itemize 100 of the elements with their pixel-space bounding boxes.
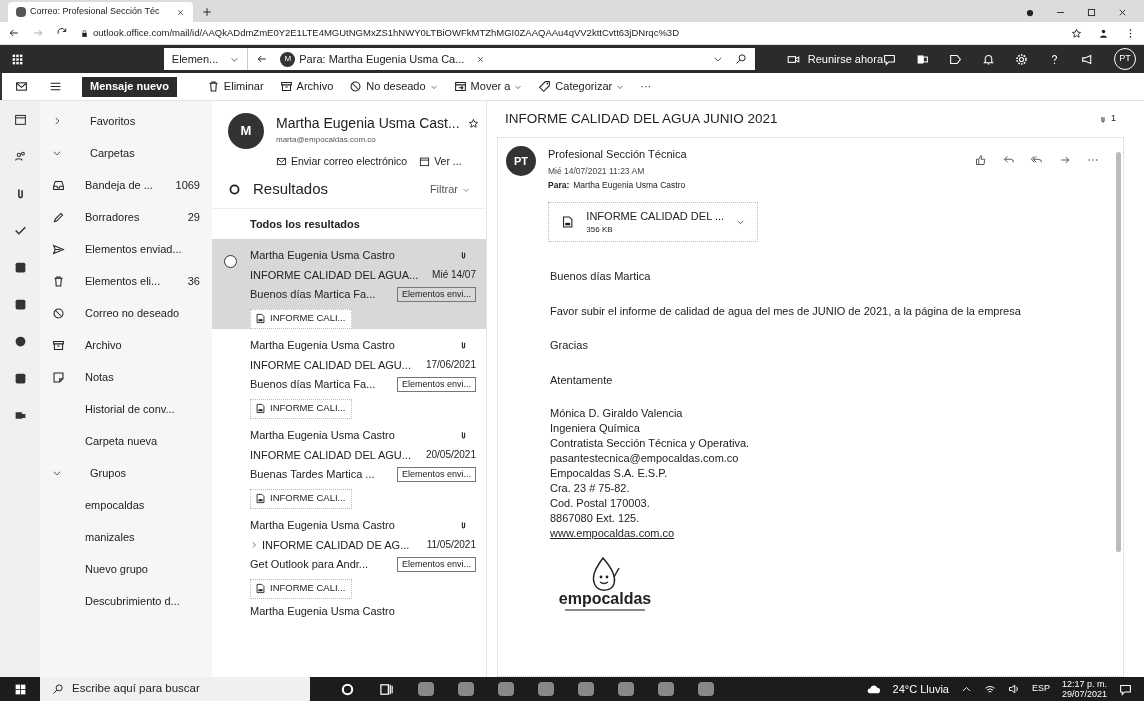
clock[interactable]: 12:17 p. m. 29/07/2021 bbox=[1061, 679, 1107, 699]
sender-avatar: PT bbox=[506, 146, 536, 176]
people-icon[interactable] bbox=[13, 150, 27, 163]
search-scope-dropdown[interactable]: Elemen... bbox=[163, 48, 249, 70]
signature-line: pasantestecnica@empocaldas.com.co bbox=[550, 451, 740, 466]
body-paragraph: Gracias bbox=[550, 338, 589, 353]
folder-item[interactable]: Elementos eli... 36 bbox=[40, 265, 212, 297]
like-icon[interactable] bbox=[975, 154, 987, 166]
notification-icon[interactable] bbox=[1119, 682, 1132, 696]
folder-item[interactable]: Carpeta nueva bbox=[40, 425, 212, 457]
attachment-chip[interactable]: INFORME CALI... bbox=[250, 398, 352, 419]
remove-icon[interactable] bbox=[476, 54, 486, 64]
search-chip[interactable]: Para: Martha Eugenia Usma Ca... bbox=[299, 50, 465, 68]
task-view-icon[interactable] bbox=[379, 681, 394, 697]
windows-start-icon[interactable] bbox=[13, 682, 27, 696]
pencil-icon bbox=[52, 210, 65, 224]
scrollbar[interactable] bbox=[1116, 152, 1121, 552]
body-paragraph: Atentamente bbox=[550, 372, 614, 388]
body-paragraph: Buenos días Martica bbox=[550, 269, 652, 284]
check-icon[interactable] bbox=[13, 224, 27, 237]
calendar-icon[interactable] bbox=[13, 113, 27, 126]
chat-icon[interactable] bbox=[883, 52, 896, 66]
new-message-button[interactable]: Mensaje nuevo bbox=[82, 76, 177, 97]
attachment-card[interactable]: INFORME CALIDAD DEL ... 356 KB bbox=[548, 202, 758, 242]
reply-all-icon[interactable] bbox=[1031, 154, 1043, 166]
folder-item[interactable]: Historial de conv... bbox=[40, 393, 212, 425]
attachment-chip[interactable]: INFORME CALI... bbox=[250, 308, 352, 329]
browser-tab[interactable]: Correo: Profesional Sección Téc bbox=[8, 2, 193, 22]
menu-icon[interactable] bbox=[48, 80, 62, 93]
archive-icon bbox=[52, 338, 65, 352]
archive-icon bbox=[279, 80, 293, 93]
send-icon bbox=[52, 242, 65, 256]
folder-tag: Elementos envi... bbox=[396, 556, 476, 572]
cortana-icon[interactable] bbox=[340, 681, 355, 697]
close-icon[interactable] bbox=[176, 7, 185, 17]
star-icon[interactable] bbox=[467, 118, 479, 129]
more-button[interactable]: ··· bbox=[640, 78, 652, 95]
signature-line: Ingeniera Química bbox=[550, 421, 641, 436]
folder-item[interactable]: empocaldas bbox=[40, 489, 212, 521]
chevron-icon bbox=[712, 54, 723, 64]
folder-item[interactable]: Borradores 29 bbox=[40, 201, 212, 233]
folder-item[interactable]: Nuevo grupo bbox=[40, 553, 212, 585]
attachment-count[interactable]: 1 bbox=[1099, 112, 1116, 126]
attachment-chip[interactable]: INFORME CALI... bbox=[250, 578, 352, 599]
contact-name: Martha Eugenia Usma Cast... bbox=[276, 114, 460, 133]
folder-item[interactable]: Archivo bbox=[40, 329, 212, 361]
filter-button[interactable]: Filtrar bbox=[429, 181, 470, 198]
back-arrow-icon[interactable] bbox=[256, 53, 269, 65]
maximize-icon[interactable] bbox=[1086, 7, 1097, 18]
sender-name: Martha Eugenia Usma Castro bbox=[250, 604, 396, 619]
section-header[interactable]: Carpetas bbox=[40, 137, 212, 169]
toolbar-button[interactable]: Eliminar bbox=[206, 78, 264, 95]
profile-dot-icon[interactable] bbox=[1025, 7, 1035, 18]
avatar-initial: M bbox=[280, 51, 296, 67]
search-icon[interactable] bbox=[734, 53, 747, 65]
star-icon[interactable] bbox=[1071, 27, 1082, 39]
back-icon[interactable] bbox=[8, 27, 20, 39]
megaphone-icon[interactable] bbox=[1081, 52, 1094, 66]
toolbar-button[interactable]: Mover a bbox=[453, 78, 523, 95]
signature-line: Contratista Sección Técnica y Operativa. bbox=[550, 436, 751, 451]
folder-item[interactable]: Elementos enviad... bbox=[40, 233, 212, 265]
body-paragraph: Favor subir el informe de calidad de agua del mes de JUNIO de 2021, a la página de la empresa bbox=[550, 303, 1022, 319]
folder-item[interactable]: Descubrimiento d... bbox=[40, 585, 212, 617]
folder-item[interactable]: Notas bbox=[40, 361, 212, 393]
settings-icon[interactable] bbox=[1015, 52, 1028, 66]
website-link[interactable]: www.empocaldas.com.co bbox=[550, 526, 675, 541]
meet-now-button[interactable]: Reunirse ahora bbox=[786, 50, 883, 68]
network-icon[interactable] bbox=[983, 683, 996, 695]
bell-icon[interactable] bbox=[982, 52, 995, 66]
toolbar-button[interactable]: Archivo bbox=[279, 78, 334, 95]
signature-line: Empocaldas S.A. E.S.P. bbox=[550, 466, 669, 481]
volume-icon[interactable] bbox=[1007, 683, 1020, 695]
address-bar[interactable]: outlook.office.com/mail/id/AAQkADdmZmE0Y2E1LTE4MGUtNGMxZS1hNWY0LTBiOWFkMTZhMGI0ZAAQAAu4qVV2kttCvtt63jDNrqc%3D bbox=[80, 25, 679, 41]
weather-text[interactable]: 24°C Lluvia bbox=[892, 680, 949, 698]
toolbar-button[interactable]: Categorizar bbox=[538, 78, 625, 95]
language-indicator[interactable]: ESP bbox=[1031, 682, 1050, 696]
taskbar-search-field[interactable]: Escribe aquí para buscar bbox=[40, 677, 310, 701]
document-icon bbox=[255, 313, 266, 324]
folder-item[interactable]: Correo no deseado bbox=[40, 297, 212, 329]
message-item[interactable]: Martha Eugenia Usma Castro INFORME CALIDAD DEL AGUA... Mié 14/07 Buenos días Martica Fa... Elementos envi... INFORME CALI... bbox=[212, 239, 486, 329]
view-link[interactable]: Ver ... bbox=[419, 154, 462, 170]
block-icon bbox=[349, 80, 363, 93]
close-icon[interactable] bbox=[1117, 7, 1128, 18]
mail-icon[interactable] bbox=[14, 80, 28, 93]
forward-icon[interactable] bbox=[1059, 154, 1071, 166]
folder-item[interactable]: manizales bbox=[40, 521, 212, 553]
to-label: Para: bbox=[548, 179, 570, 192]
check-circle-icon[interactable] bbox=[228, 183, 241, 196]
new-tab-icon[interactable] bbox=[201, 6, 213, 18]
search-field[interactable]: Elemen... M Para: Martha Eugenia Usma Ca... bbox=[163, 48, 755, 70]
email-date: Mié 14/07/2021 11:23 AM bbox=[548, 164, 646, 178]
app-launcher-icon[interactable] bbox=[11, 52, 25, 66]
attachment-chip[interactable]: INFORME CALI... bbox=[250, 488, 352, 509]
section-header[interactable]: Favoritos bbox=[40, 105, 212, 137]
section-header[interactable]: Grupos bbox=[40, 457, 212, 489]
document-icon bbox=[255, 583, 266, 594]
profile-icon[interactable] bbox=[1098, 27, 1109, 39]
send-email-link[interactable]: Enviar correo electrónico bbox=[276, 154, 408, 170]
toolbar-button[interactable]: No deseado bbox=[349, 78, 438, 95]
folder-item[interactable]: Bandeja de ... 1069 bbox=[40, 169, 212, 201]
